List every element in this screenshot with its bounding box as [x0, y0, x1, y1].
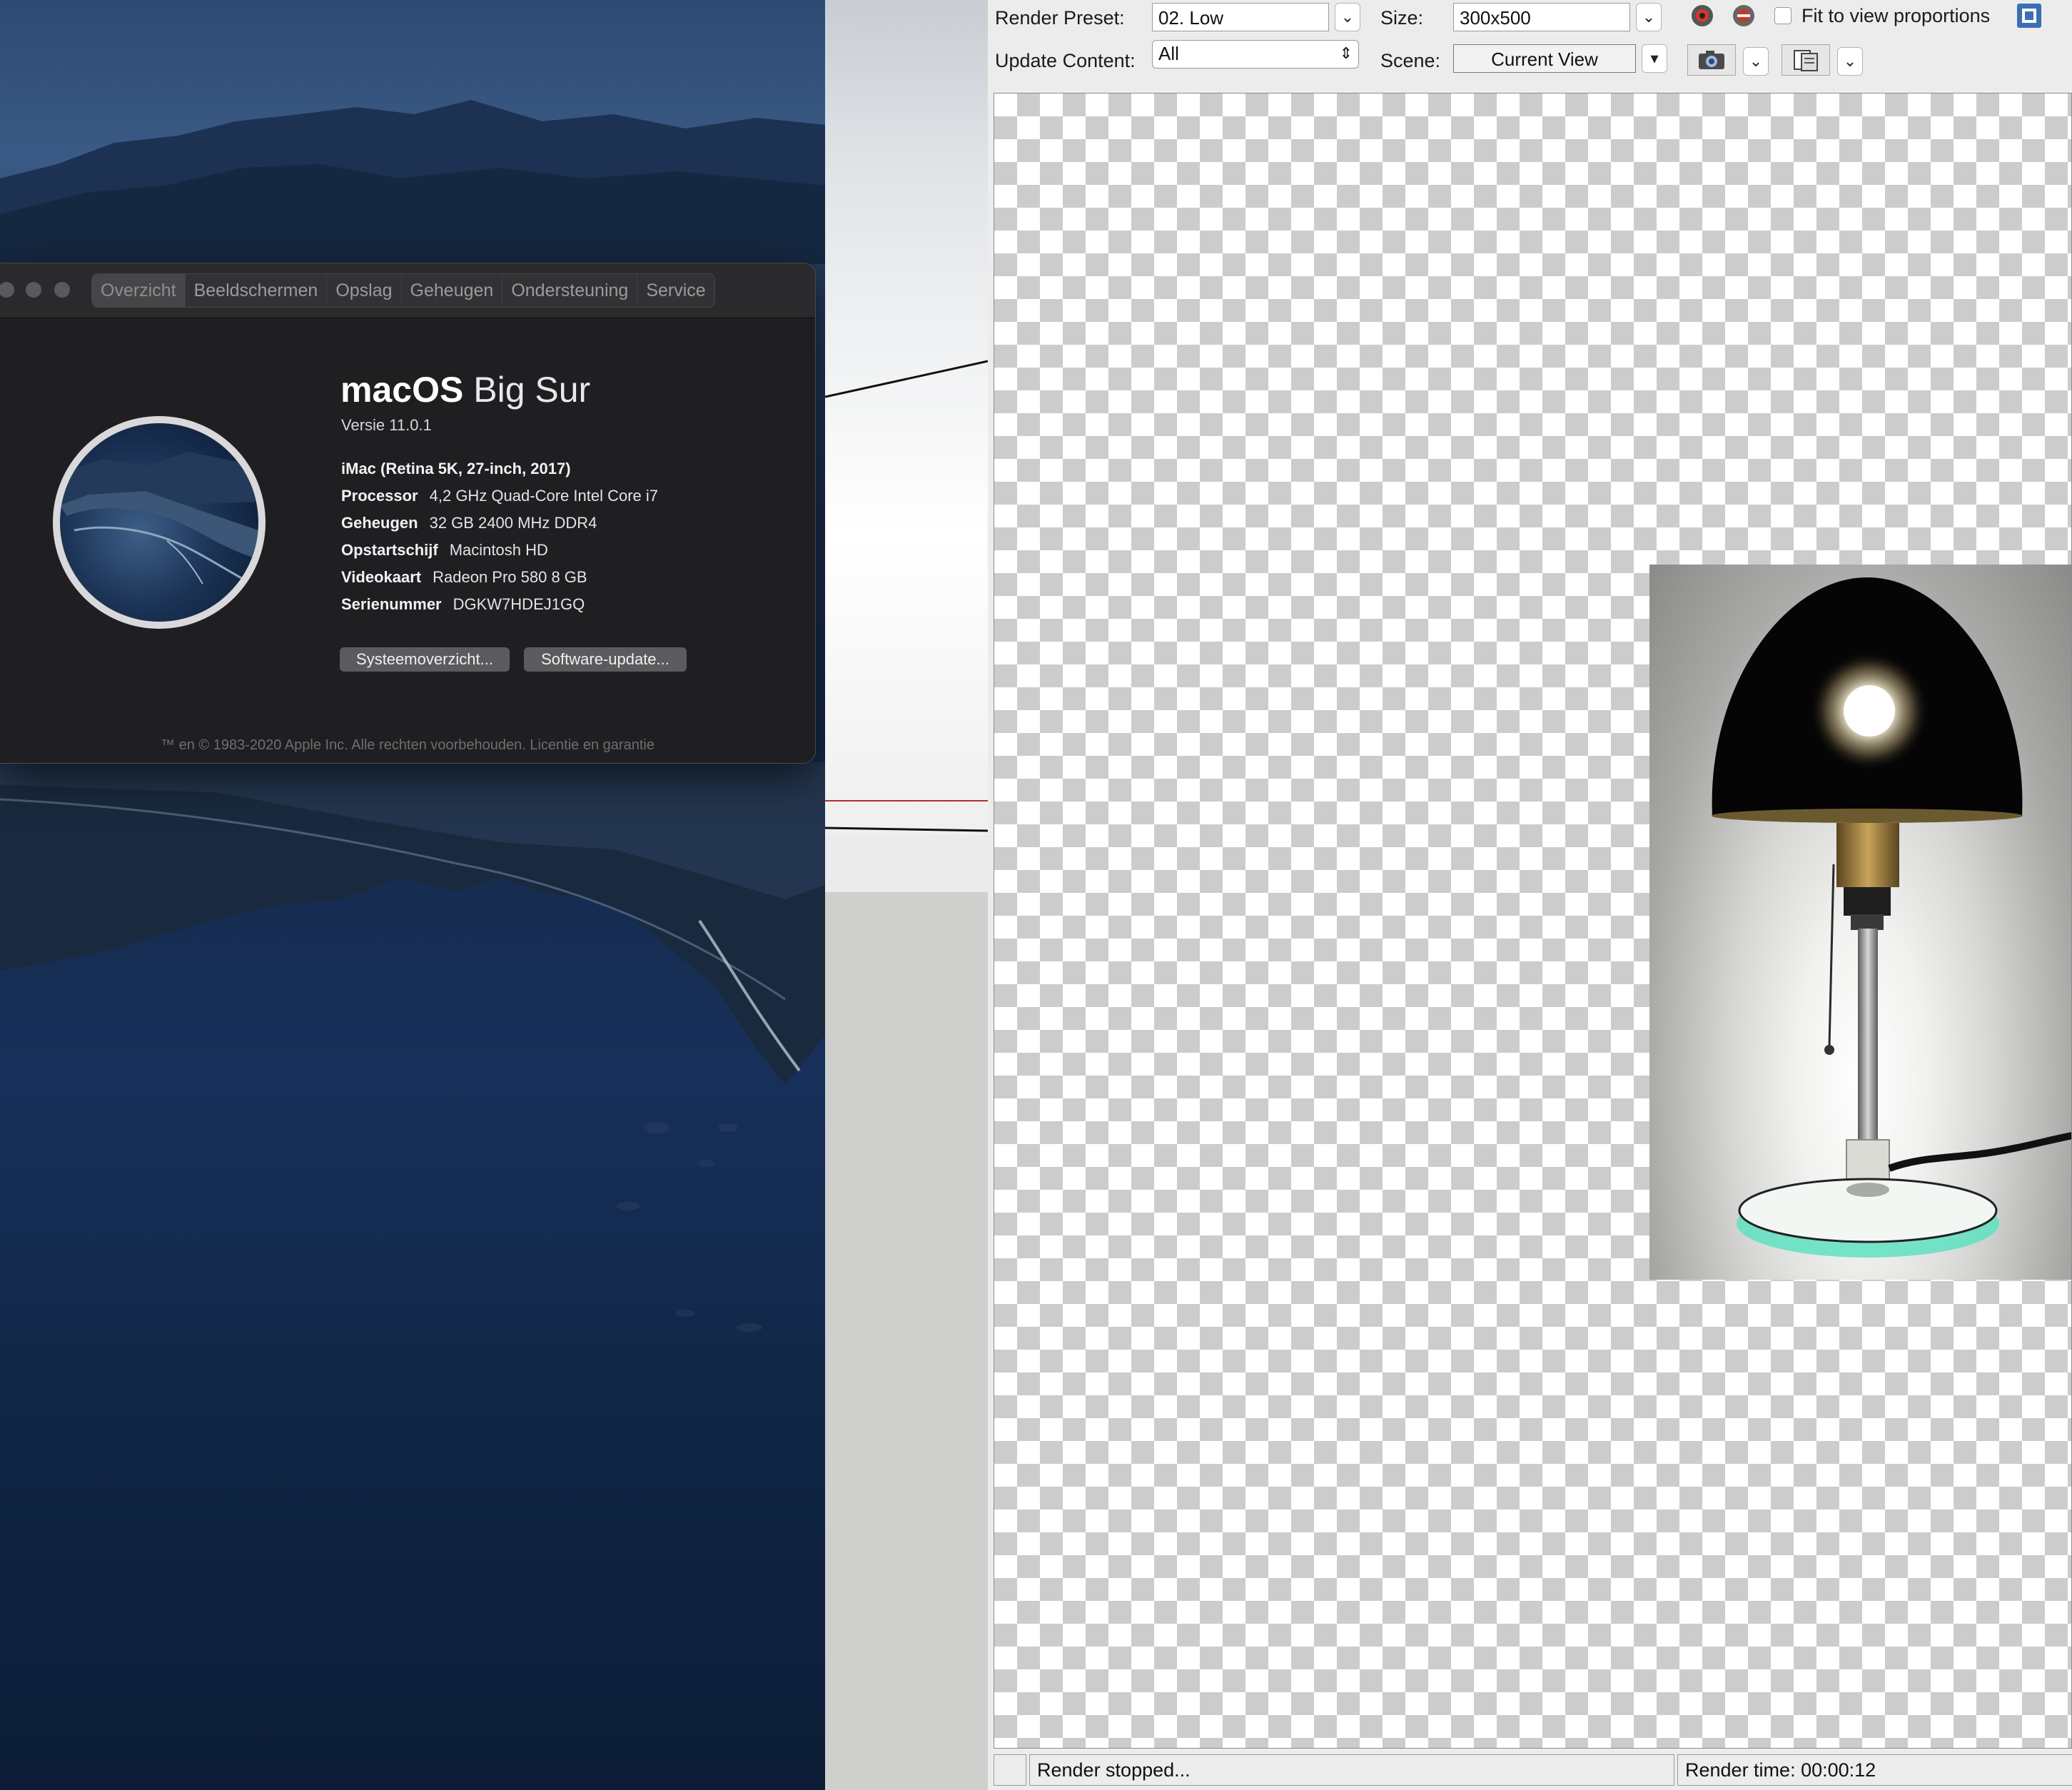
- spec-value: 4,2 GHz Quad-Core Intel Core i7: [429, 487, 658, 505]
- spec-value: DGKW7HDEJ1GQ: [453, 595, 585, 613]
- zoom-window-button[interactable]: [54, 282, 70, 298]
- save-image-dropdown[interactable]: ⌄: [1743, 47, 1769, 76]
- update-content-label: Update Content:: [995, 50, 1136, 71]
- render-stop-button[interactable]: [1726, 0, 1762, 31]
- spec-key: Geheugen: [341, 514, 418, 532]
- spec-value: Macintosh HD: [449, 541, 548, 559]
- render-preset-dropdown[interactable]: ⌄: [1335, 3, 1360, 31]
- spec-key: Videokaart: [341, 568, 422, 586]
- render-preset-label: Render Preset:: [995, 7, 1125, 29]
- render-preset-field[interactable]: 02. Low: [1152, 3, 1329, 31]
- sketchup-viewport[interactable]: [825, 0, 988, 892]
- model-edge: [825, 826, 988, 832]
- dropdown-arrow-icon: ⌄: [1843, 52, 1857, 70]
- size-field[interactable]: 300x500: [1453, 3, 1630, 31]
- spec-key: Opstartschijf: [341, 541, 438, 559]
- desktop-wallpaper: Overzicht Beeldschermen Opslag Geheugen …: [0, 0, 825, 1790]
- mac-model: iMac (Retina 5K, 27-inch, 2017): [341, 460, 571, 477]
- rendered-lamp-image: [1649, 565, 2071, 1280]
- os-name-bold: macOS: [340, 370, 464, 410]
- scene-label: Scene:: [1380, 50, 1441, 71]
- render-window: Render Preset: 02. Low ⌄ Size: 300x500 ⌄…: [988, 0, 2072, 1790]
- close-window-button[interactable]: [0, 282, 14, 298]
- big-sur-logo-image: [60, 423, 258, 622]
- copy-image-button[interactable]: [1782, 44, 1830, 76]
- copyright-footer: ™ en © 1983-2020 Apple Inc. Alle rechten…: [161, 737, 655, 753]
- size-label: Size:: [1380, 7, 1424, 29]
- os-name-light: Big Sur: [473, 370, 591, 410]
- dropdown-arrow-icon: ⌄: [1642, 8, 1656, 26]
- tab-beeldschermen[interactable]: Beeldschermen: [186, 274, 328, 307]
- system-report-button[interactable]: Systeemoverzicht...: [340, 647, 510, 672]
- fit-view-icon: [2017, 4, 2041, 28]
- render-status-text: Render stopped...: [1029, 1754, 1674, 1786]
- dropdown-arrow-icon: ⌄: [1340, 8, 1355, 26]
- size-dropdown[interactable]: ⌄: [1636, 3, 1662, 31]
- status-indicator: [994, 1754, 1026, 1786]
- spec-serial: Serienummer DGKW7HDEJ1GQ: [341, 595, 585, 614]
- spec-value: 32 GB 2400 MHz DDR4: [429, 514, 597, 532]
- tab-overzicht[interactable]: Overzicht: [92, 274, 186, 307]
- workspace-background: [825, 892, 988, 1790]
- window-titlebar[interactable]: Overzicht Beeldschermen Opslag Geheugen …: [0, 263, 815, 318]
- spec-value: Radeon Pro 580 8 GB: [433, 568, 587, 586]
- render-time-text: Render time: 00:00:12: [1677, 1754, 2072, 1786]
- spec-key: Processor: [341, 487, 418, 505]
- os-version: Versie 11.0.1: [341, 416, 432, 434]
- tab-geheugen[interactable]: Geheugen: [402, 274, 503, 307]
- tab-service[interactable]: Service: [637, 274, 714, 307]
- render-start-button[interactable]: [1684, 0, 1720, 31]
- software-update-button[interactable]: Software-update...: [524, 647, 687, 672]
- save-image-button[interactable]: [1687, 44, 1736, 76]
- about-this-mac-window: Overzicht Beeldschermen Opslag Geheugen …: [0, 263, 816, 764]
- tab-ondersteuning[interactable]: Ondersteuning: [502, 274, 638, 307]
- copy-icon: [1794, 50, 1818, 71]
- spec-startup-disk: Opstartschijf Macintosh HD: [341, 541, 548, 560]
- update-content-value: All: [1158, 43, 1179, 64]
- spec-processor: Processor 4,2 GHz Quad-Core Intel Core i7: [341, 487, 658, 505]
- stepper-arrows-icon: ⇕: [1339, 44, 1353, 62]
- fit-view-button[interactable]: [2013, 0, 2046, 31]
- spec-graphics: Videokaart Radeon Pro 580 8 GB: [341, 568, 587, 587]
- scene-field[interactable]: Current View: [1453, 44, 1636, 73]
- update-content-select[interactable]: All ⇕: [1152, 40, 1359, 69]
- dropdown-arrow-icon: ⌄: [1749, 52, 1763, 70]
- dropdown-arrow-icon: ▾: [1650, 49, 1659, 67]
- spec-key: Serienummer: [341, 595, 442, 613]
- scene-dropdown[interactable]: ▾: [1642, 44, 1667, 73]
- model-edge: [825, 360, 988, 398]
- macos-big-sur-logo: [53, 416, 266, 629]
- copy-image-dropdown[interactable]: ⌄: [1837, 47, 1863, 76]
- tab-bar: Overzicht Beeldschermen Opslag Geheugen …: [91, 273, 715, 308]
- minimize-window-button[interactable]: [26, 282, 41, 298]
- render-canvas[interactable]: [994, 93, 2072, 1749]
- render-stop-icon: [1733, 5, 1754, 26]
- fit-to-view-checkbox[interactable]: [1774, 7, 1791, 24]
- fit-to-view-label: Fit to view proportions: [1801, 5, 1991, 26]
- os-name: macOS Big Sur: [340, 369, 590, 410]
- tab-opslag[interactable]: Opslag: [327, 274, 402, 307]
- spec-memory: Geheugen 32 GB 2400 MHz DDR4: [341, 514, 597, 532]
- camera-icon: [1699, 51, 1724, 69]
- render-start-icon: [1692, 5, 1713, 26]
